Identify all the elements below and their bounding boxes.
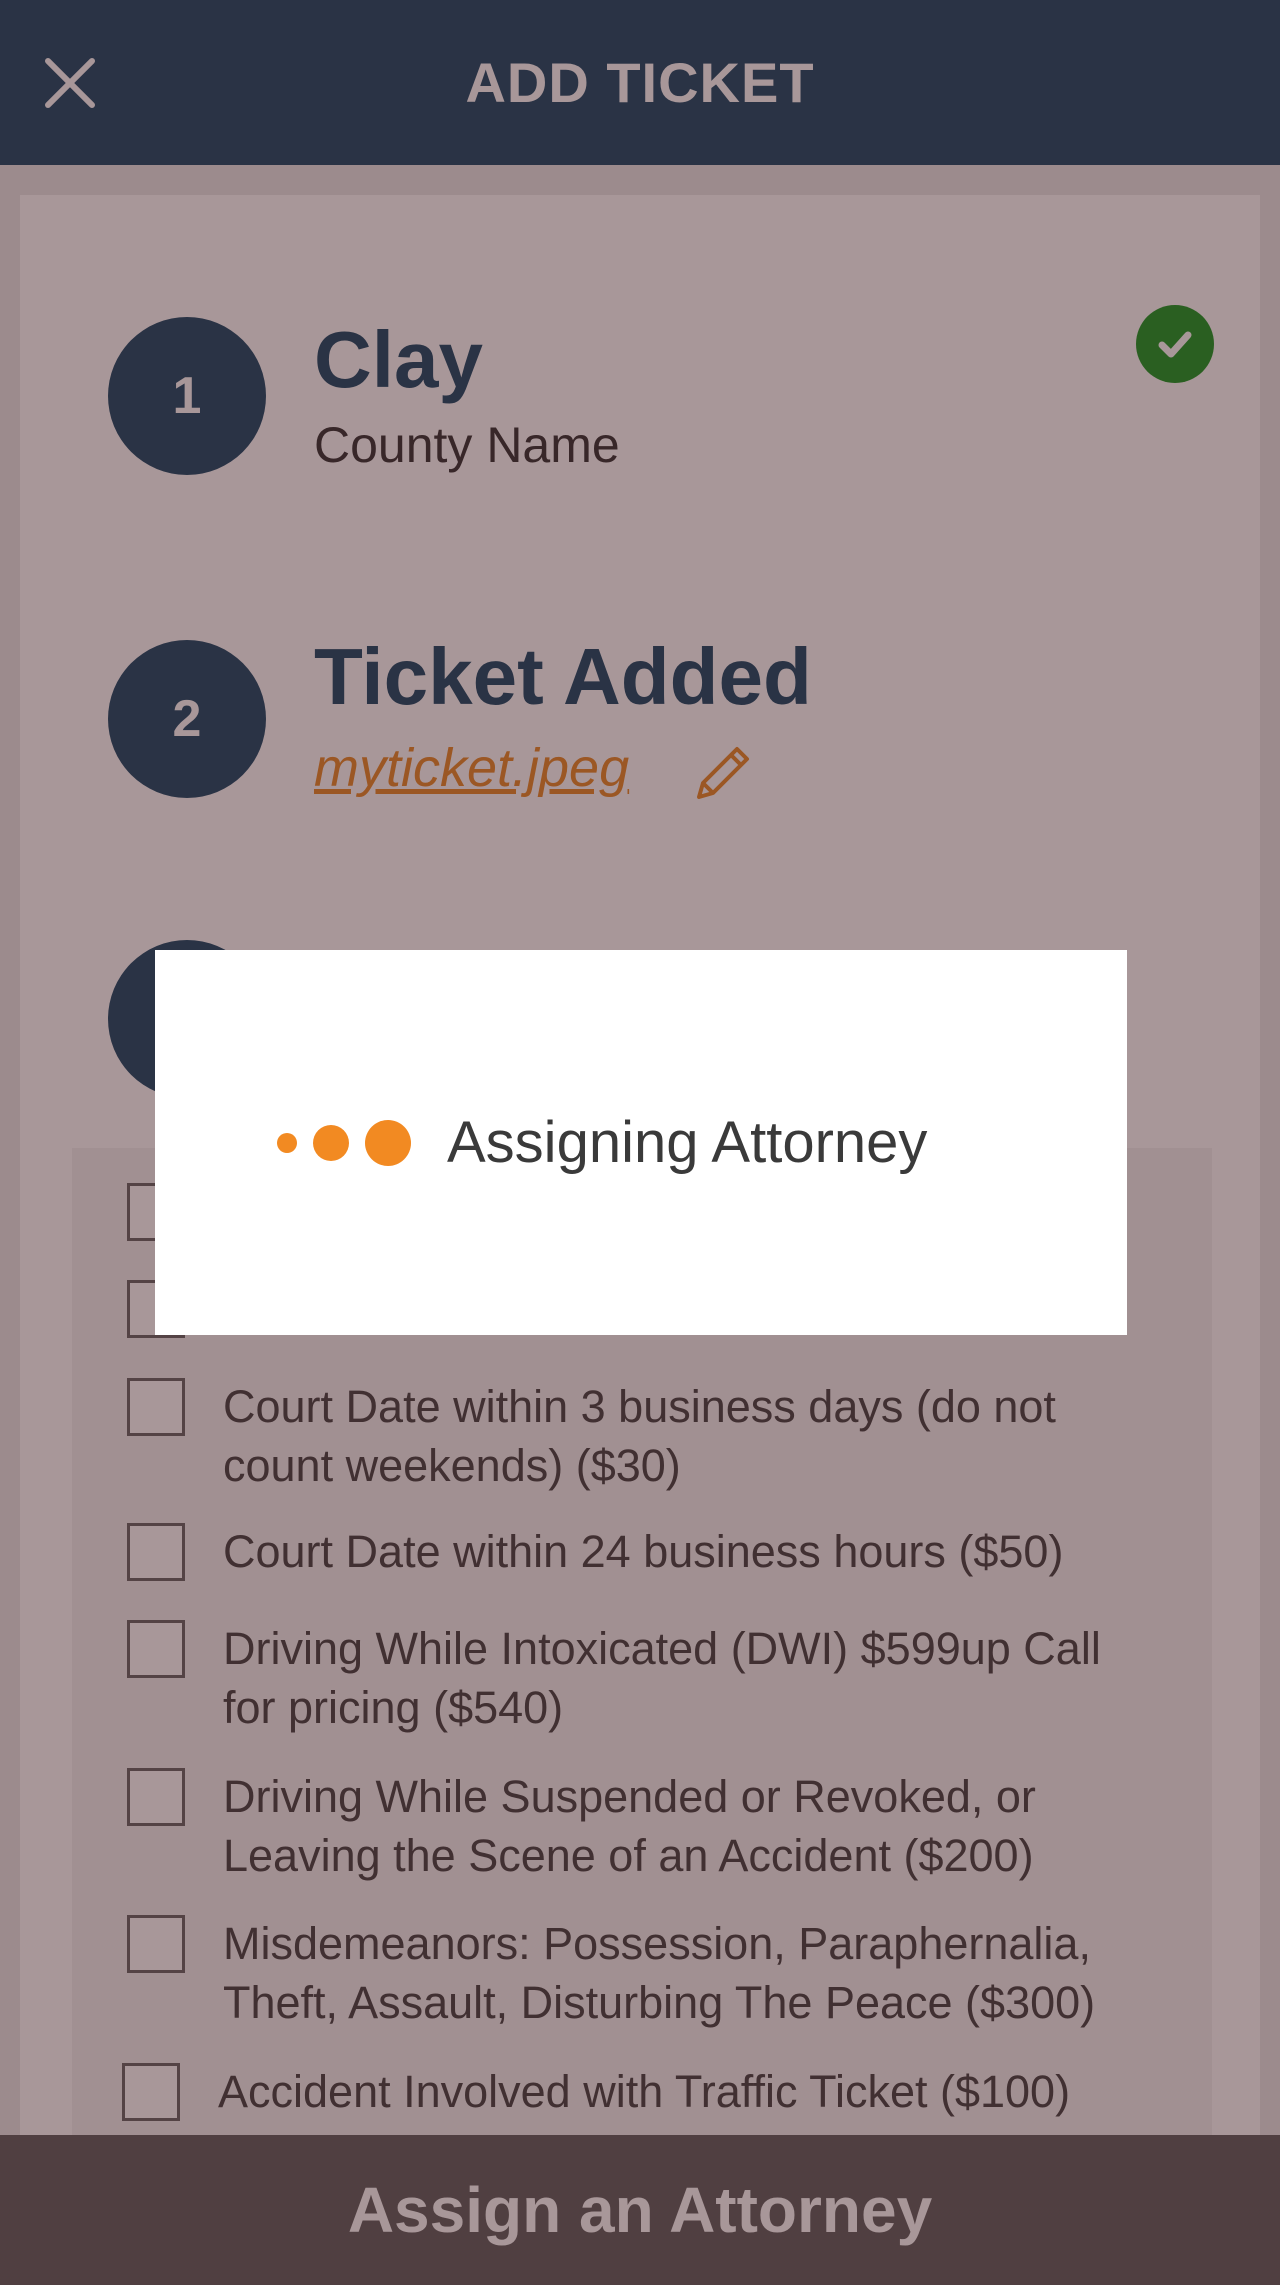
loading-message: Assigning Attorney — [447, 1110, 928, 1175]
loading-dialog: Assigning Attorney — [155, 950, 1127, 1335]
loading-dot — [365, 1119, 411, 1166]
loading-dot — [313, 1124, 349, 1161]
loading-dot — [277, 1132, 297, 1153]
loading-dots-icon — [277, 1119, 427, 1166]
